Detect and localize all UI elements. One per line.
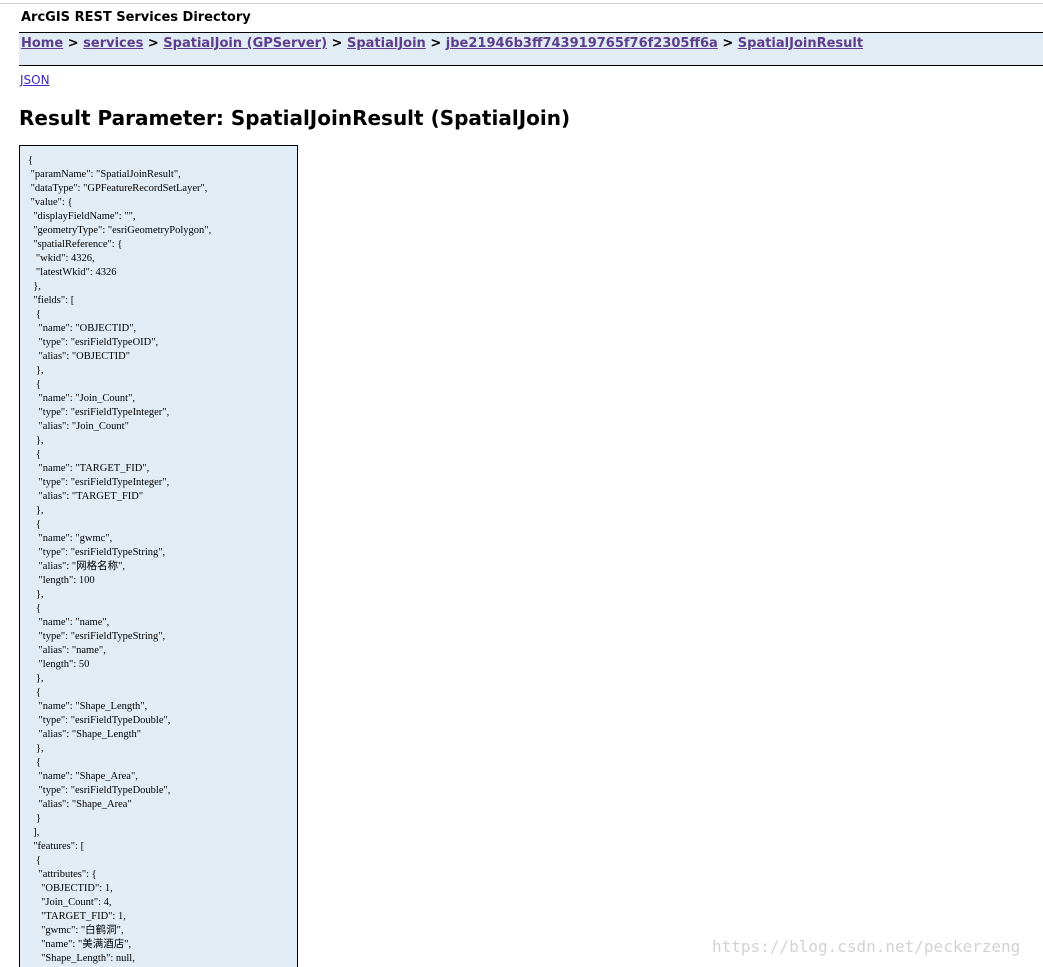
breadcrumb-separator: > bbox=[147, 36, 159, 51]
breadcrumb-task-link[interactable]: SpatialJoin bbox=[347, 36, 426, 51]
json-output-panel: { "paramName": "SpatialJoinResult", "dat… bbox=[19, 145, 298, 967]
top-divider bbox=[0, 3, 1043, 4]
breadcrumb-separator: > bbox=[430, 36, 442, 51]
breadcrumb: Home > services > SpatialJoin (GPServer)… bbox=[19, 32, 1043, 66]
breadcrumb-home-link[interactable]: Home bbox=[21, 36, 63, 51]
breadcrumb-gpserver-link[interactable]: SpatialJoin (GPServer) bbox=[163, 36, 327, 51]
json-format-link[interactable]: JSON bbox=[20, 73, 50, 88]
breadcrumb-services-link[interactable]: services bbox=[83, 36, 143, 51]
breadcrumb-separator: > bbox=[722, 36, 734, 51]
breadcrumb-separator: > bbox=[67, 36, 79, 51]
app-title: ArcGIS REST Services Directory bbox=[21, 10, 251, 25]
breadcrumb-separator: > bbox=[331, 36, 343, 51]
breadcrumb-result-link[interactable]: SpatialJoinResult bbox=[738, 36, 863, 51]
watermark-text: https://blog.csdn.net/peckerzeng bbox=[712, 937, 1021, 956]
breadcrumb-job-link[interactable]: jbe21946b3ff743919765f76f2305ff6a bbox=[446, 36, 718, 51]
page-title: Result Parameter: SpatialJoinResult (Spa… bbox=[19, 106, 571, 130]
json-output-text: { "paramName": "SpatialJoinResult", "dat… bbox=[28, 155, 212, 964]
